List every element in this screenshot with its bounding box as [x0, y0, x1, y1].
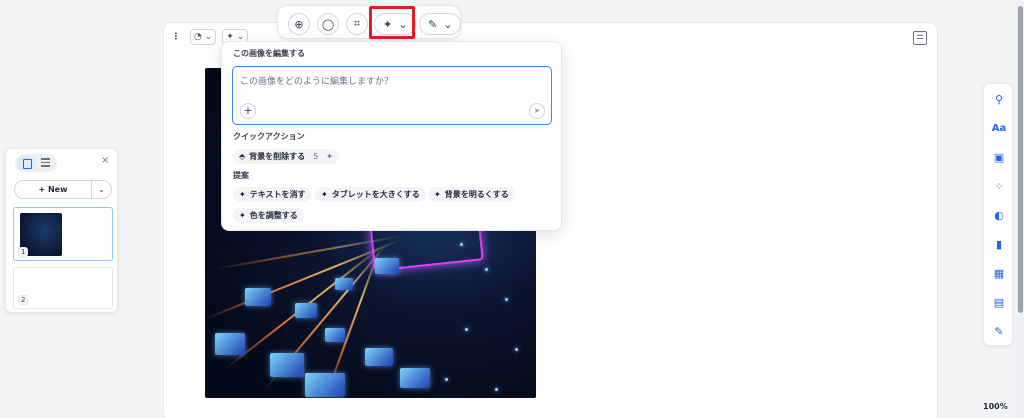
- suggestions-label: 提案: [233, 171, 249, 180]
- edit-menu-button[interactable]: ✎ ⌄: [419, 13, 462, 35]
- credit-count: 5: [313, 152, 319, 161]
- suggestion-label: テキストを消す: [249, 190, 306, 199]
- page-number: 2: [18, 295, 29, 305]
- suggestion-chip[interactable]: ✦ 背景を明るくする: [428, 187, 515, 202]
- chart-icon[interactable]: ▮: [992, 237, 1006, 251]
- draw-icon[interactable]: ✎: [992, 324, 1006, 338]
- chevron-down-icon[interactable]: ⌄: [91, 181, 111, 198]
- sparkle-icon: ✦: [239, 190, 246, 199]
- more-options-icon[interactable]: ⋮: [168, 29, 184, 45]
- layout-icon[interactable]: ▤: [992, 295, 1006, 309]
- new-label: New: [47, 185, 68, 194]
- quick-action-remove-background[interactable]: ⬘ 背景を削除する 5 ✦: [233, 149, 339, 164]
- new-page-button[interactable]: + New ⌄: [14, 180, 112, 199]
- prompt-placeholder: この画像をどのように編集しますか？: [240, 77, 394, 87]
- page-thumbnail-2[interactable]: 2: [13, 267, 113, 309]
- page-number: 1: [18, 247, 29, 257]
- right-toolbar: ⚲ Aa ▣ ⁘ ◐ ▮ ▦ ▤ ✎: [983, 83, 1013, 346]
- suggestion-chip[interactable]: ✦ 色を調整する: [233, 208, 304, 223]
- sparkle-icon: ✦: [321, 190, 328, 199]
- eraser-icon: ⬘: [239, 152, 246, 161]
- plus-icon: +: [38, 185, 48, 194]
- page-thumbnail-1[interactable]: 1: [13, 207, 113, 261]
- add-attachment-button[interactable]: +: [240, 103, 256, 119]
- credit-icon: ✦: [326, 152, 333, 161]
- annotation-highlight-box: [369, 6, 415, 39]
- ai-edit-popover: この画像を編集する この画像をどのように編集しますか？ + ➤ クイックアクショ…: [221, 41, 562, 231]
- color-picker-button[interactable]: ◔ ⌄: [190, 29, 217, 45]
- text-icon[interactable]: Aa: [992, 121, 1007, 135]
- edit-icon: ✎: [428, 17, 438, 31]
- image-icon[interactable]: ▣: [992, 150, 1006, 164]
- scrollbar-thumb[interactable]: [1018, 6, 1023, 313]
- suggestion-chip[interactable]: ✦ テキストを消す: [233, 187, 312, 202]
- suggestion-label: タブレットを大きくする: [331, 190, 420, 199]
- table-icon[interactable]: ▦: [992, 266, 1006, 280]
- list-view-icon[interactable]: [41, 158, 50, 167]
- crop-icon[interactable]: ⌗: [346, 13, 368, 35]
- search-icon[interactable]: ⚲: [992, 92, 1006, 106]
- grid-view-icon[interactable]: [17, 156, 36, 170]
- view-toggle[interactable]: [15, 154, 57, 172]
- editor-stage: ⋮ ◔ ⌄ ✦ ⌄ ⊕ ◯ ⌗ ✦ ⌄ ✎ ⌄ この画像を編集する この画像をど…: [0, 0, 1024, 418]
- sparkle-icon: ✦: [434, 190, 441, 199]
- pages-panel: × + New ⌄ 1 2: [5, 148, 118, 313]
- suggestion-chip[interactable]: ✦ タブレットを大きくする: [315, 187, 426, 202]
- elements-icon[interactable]: ⁘: [992, 179, 1006, 193]
- suggestion-label: 背景を明るくする: [444, 190, 509, 199]
- edit-prompt-input[interactable]: この画像をどのように編集しますか？ + ➤: [232, 66, 552, 125]
- suggestion-label: 色を調整する: [249, 211, 298, 220]
- notes-icon[interactable]: [913, 31, 927, 45]
- popover-title: この画像を編集する: [233, 49, 305, 58]
- quick-action-label: 背景を削除する: [249, 152, 306, 161]
- zoom-level[interactable]: 100%: [983, 402, 1008, 411]
- sparkle-icon: ✦: [239, 211, 246, 220]
- toggle-icon[interactable]: ◐: [992, 208, 1006, 222]
- new-page-main[interactable]: + New: [15, 185, 91, 194]
- send-icon[interactable]: ➤: [529, 103, 545, 119]
- close-icon[interactable]: ×: [101, 155, 109, 166]
- comment-icon[interactable]: ◯: [317, 13, 339, 35]
- zoom-in-icon[interactable]: ⊕: [288, 13, 310, 35]
- chevron-down-icon: ⌄: [443, 17, 453, 31]
- quick-actions-label: クイックアクション: [233, 132, 305, 141]
